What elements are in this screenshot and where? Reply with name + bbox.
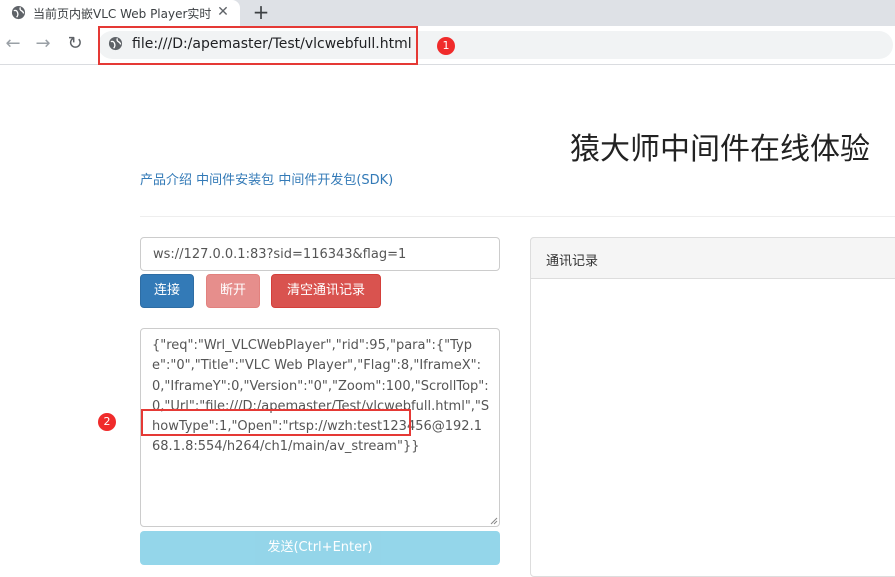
tab-title: 当前页内嵌VLC Web Player实时 (33, 7, 211, 21)
connect-button[interactable]: 连接 (140, 274, 194, 308)
tab-bar: 当前页内嵌VLC Web Player实时 ✕ + (0, 0, 895, 26)
disconnect-button[interactable]: 断开 (206, 274, 260, 308)
back-icon[interactable]: ← (3, 34, 23, 54)
url-highlight-box (98, 26, 418, 65)
page-title: 猿大师中间件在线体验 (570, 132, 870, 167)
log-panel-title: 通讯记录 (546, 254, 599, 269)
send-button[interactable]: 发送(Ctrl+Enter) (140, 531, 500, 565)
link-product-intro[interactable]: 产品介绍 (140, 173, 192, 188)
request-json-text: {"req":"Wrl_VLCWebPlayer","rid":95,"para… (152, 338, 490, 455)
globe-icon (11, 5, 26, 20)
clear-log-button[interactable]: 清空通讯记录 (271, 274, 381, 308)
nav-links: 产品介绍 中间件安装包 中间件开发包(SDK) (140, 169, 393, 188)
annotation-badge-2: 2 (98, 413, 116, 431)
close-icon[interactable]: ✕ (216, 5, 230, 19)
divider (140, 216, 895, 217)
annotation-badge-1: 1 (437, 37, 455, 55)
websocket-url-input[interactable]: ws://127.0.0.1:83?sid=116343&flag=1 (140, 237, 500, 271)
resize-grip-icon[interactable] (490, 517, 498, 525)
forward-icon[interactable]: → (33, 34, 53, 54)
link-sdk[interactable]: 中间件开发包(SDK) (278, 173, 393, 188)
reload-icon[interactable]: ↻ (65, 34, 85, 54)
browser-tab[interactable]: 当前页内嵌VLC Web Player实时 ✕ (0, 0, 240, 26)
link-installer[interactable]: 中间件安装包 (196, 173, 274, 188)
url-param-highlight-box (141, 409, 411, 436)
log-panel (530, 237, 895, 577)
new-tab-button[interactable]: + (250, 1, 272, 23)
